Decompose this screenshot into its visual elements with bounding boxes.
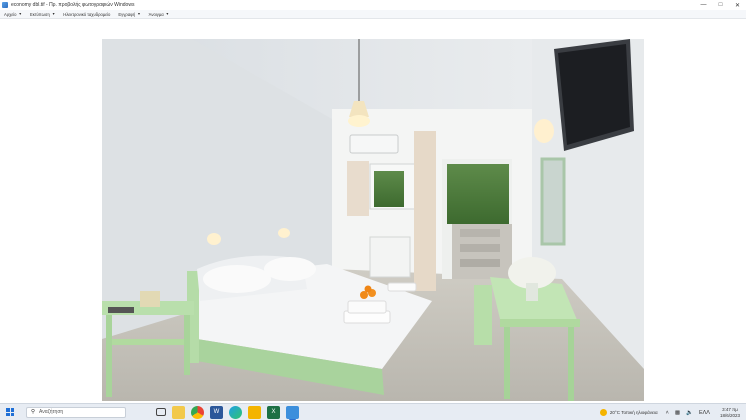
menu-burn[interactable]: Εγγραφή ▼	[118, 12, 140, 17]
menu-email[interactable]: Ηλεκτρονικό ταχυδρομείο	[63, 12, 110, 17]
word-icon[interactable]: W	[210, 405, 223, 419]
menu-burn-label: Εγγραφή	[118, 11, 136, 17]
chevron-down-icon: ▼	[51, 12, 56, 16]
menu-file[interactable]: Αρχείο ▼	[4, 12, 22, 17]
minimize-button[interactable]: —	[695, 0, 712, 10]
clock[interactable]: 3:47 πμ 18/6/2023	[720, 407, 740, 418]
chevron-down-icon: ▼	[165, 12, 170, 16]
start-tile	[6, 412, 10, 416]
hotel-room-image	[102, 39, 644, 401]
taskbar-apps: W X	[156, 405, 305, 420]
maximize-button[interactable]: □	[712, 0, 729, 10]
start-tile	[6, 408, 10, 412]
menu-open-label: Άνοιγμα	[148, 11, 164, 17]
file-explorer-icon[interactable]	[172, 405, 185, 419]
menu-open[interactable]: Άνοιγμα ▼	[149, 12, 169, 17]
task-view-icon[interactable]	[156, 408, 166, 416]
windows-start-button[interactable]	[4, 406, 16, 418]
network-icon[interactable]: ▩	[675, 410, 680, 416]
chrome-icon[interactable]	[191, 405, 204, 419]
photo-viewer-taskbar-icon[interactable]	[286, 405, 299, 420]
taskbar: ⚲ Αναζήτηση W X 20°C Τοπική ηλιοφάνεια ˄…	[0, 403, 746, 420]
photos-icon[interactable]	[248, 405, 261, 419]
excel-icon[interactable]: X	[267, 405, 280, 419]
menu-print[interactable]: Εκτύπωση ▼	[30, 12, 55, 17]
language-indicator[interactable]: ΕΛΛ	[699, 410, 710, 416]
window-title: economy dbl.tif - Πρ. προβολής φωτογραφι…	[11, 2, 135, 8]
photo-viewer-app-icon	[2, 2, 8, 8]
edge-icon[interactable]	[229, 405, 242, 419]
weather-widget[interactable]: 20°C Τοπική ηλιοφάνεια	[599, 409, 658, 416]
image-viewer-area: ⚲ ⨁ ⏮ ▣ ⏭ ↺ ↻ ✕	[0, 19, 746, 420]
clock-date: 18/6/2023	[719, 412, 740, 418]
hotel-room-photo	[102, 39, 644, 401]
weather-text: 20°C Τοπική ηλιοφάνεια	[609, 410, 658, 415]
system-tray: 20°C Τοπική ηλιοφάνεια ˄ ▩ 🔈 ΕΛΛ 3:47 πμ…	[599, 404, 740, 420]
chevron-up-icon[interactable]: ˄	[666, 410, 669, 416]
clock-time: 3:47 πμ	[722, 407, 738, 412]
chevron-down-icon: ▼	[137, 12, 141, 16]
menu-email-label: Ηλεκτρονικό ταχυδρομείο	[63, 11, 111, 17]
sun-icon	[599, 409, 607, 416]
menu-print-label: Εκτύπωση	[29, 11, 50, 17]
menu-bar: Αρχείο ▼ Εκτύπωση ▼ Ηλεκτρονικό ταχυδρομεί…	[0, 10, 746, 19]
search-placeholder: Αναζήτηση	[39, 409, 64, 415]
start-tile	[10, 408, 14, 412]
volume-icon[interactable]: 🔈	[686, 410, 693, 416]
title-bar: economy dbl.tif - Πρ. προβολής φωτογραφι…	[0, 0, 746, 10]
menu-file-label: Αρχείο	[4, 11, 17, 17]
window-controls: — □ ✕	[695, 0, 746, 10]
taskbar-search[interactable]: ⚲ Αναζήτηση	[26, 406, 126, 418]
search-icon: ⚲	[31, 409, 36, 415]
close-button[interactable]: ✕	[729, 0, 746, 10]
chevron-down-icon: ▼	[18, 12, 22, 16]
start-tile	[10, 412, 14, 416]
